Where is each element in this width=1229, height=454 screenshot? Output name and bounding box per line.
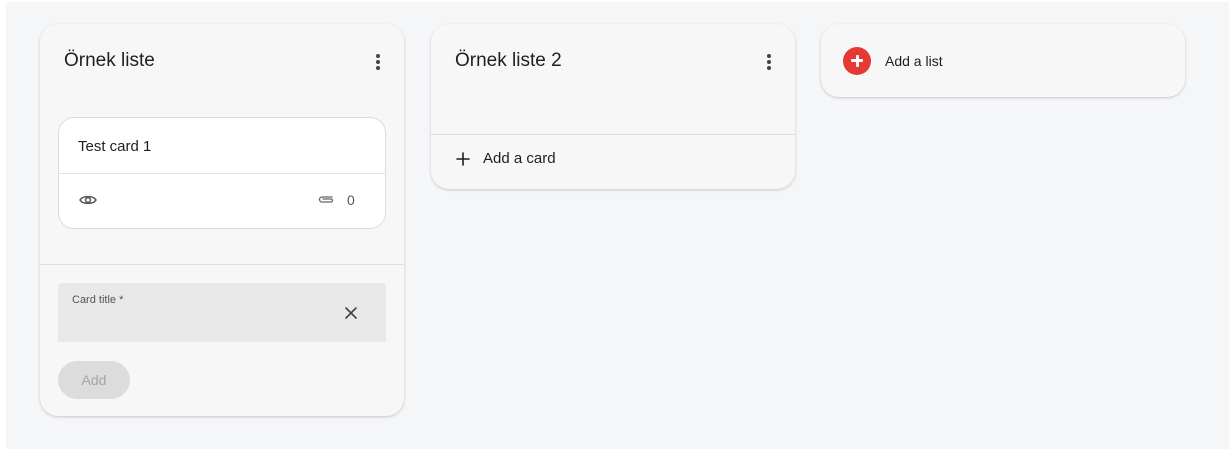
- paperclip-icon: [318, 196, 334, 203]
- add-card-button[interactable]: Add a card: [455, 150, 556, 167]
- add-circle-icon: [843, 46, 871, 75]
- list-ornek-liste-2: Örnek liste 2 Add a card: [431, 24, 795, 189]
- board: Örnek liste Test card 1 0 Card title * A…: [6, 2, 1229, 449]
- list-ornek-liste: Örnek liste Test card 1 0 Card title * A…: [40, 24, 404, 416]
- list-header: Örnek liste 2: [431, 24, 795, 96]
- card-divider: [59, 173, 385, 174]
- more-vert-icon[interactable]: [763, 52, 775, 72]
- card-title: Test card 1: [78, 138, 152, 155]
- add-list-button[interactable]: Add a list: [821, 24, 1185, 97]
- plus-icon: [456, 151, 470, 166]
- eye-icon: [79, 195, 97, 205]
- card-title-label: Card title *: [72, 294, 124, 306]
- more-vert-icon[interactable]: [372, 52, 384, 72]
- list-divider: [431, 134, 795, 135]
- list-title: Örnek liste 2: [455, 50, 562, 71]
- add-card-button[interactable]: Add: [58, 361, 130, 399]
- card[interactable]: Test card 1 0: [58, 117, 386, 229]
- close-icon[interactable]: [342, 304, 360, 322]
- add-list-label: Add a list: [885, 52, 943, 69]
- list-divider: [40, 264, 404, 265]
- card-title-input[interactable]: [72, 311, 332, 333]
- list-header: Örnek liste: [40, 24, 404, 96]
- attachment-count: 0: [347, 192, 355, 208]
- add-card-label: Add a card: [483, 150, 556, 167]
- list-title: Örnek liste: [64, 50, 155, 71]
- card-title-field[interactable]: Card title *: [58, 283, 386, 342]
